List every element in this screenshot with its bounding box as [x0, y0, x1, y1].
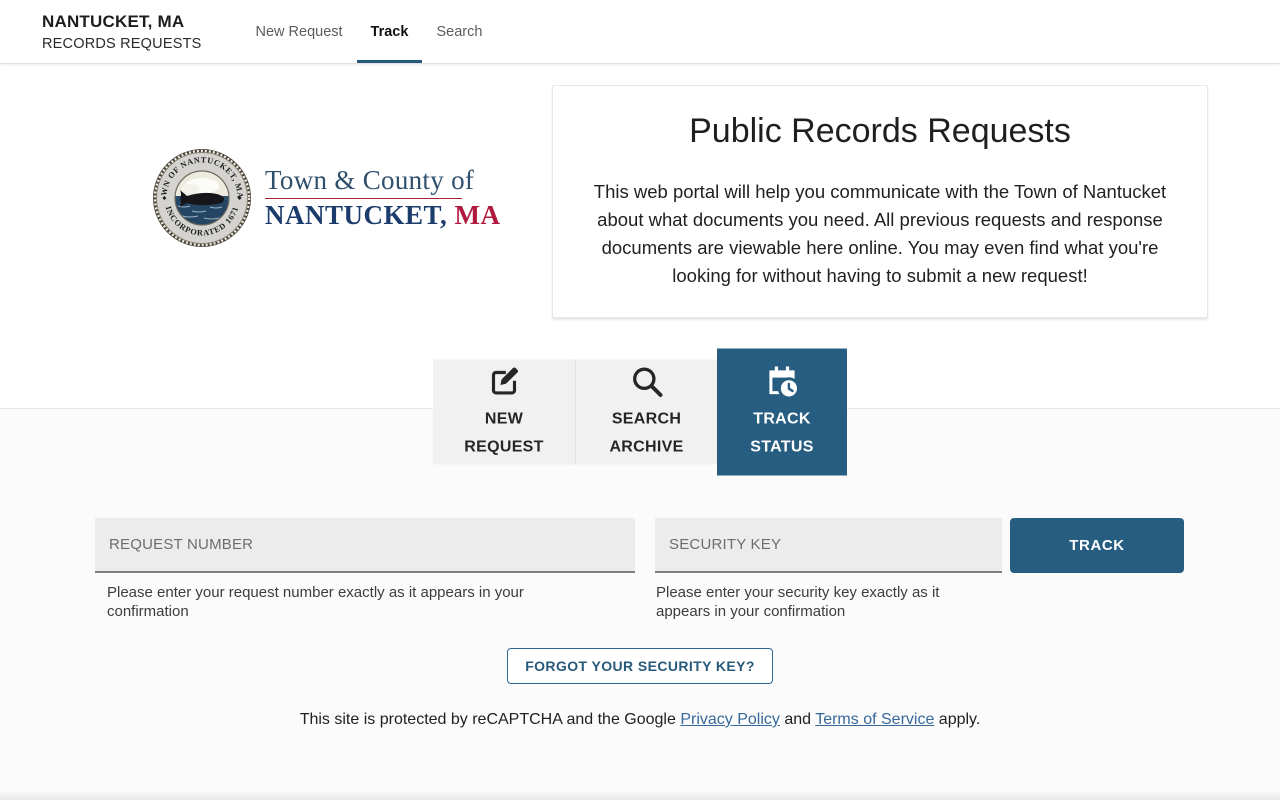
wordmark-line1: Town & County of: [265, 164, 475, 195]
request-number-input[interactable]: [95, 518, 635, 573]
brand-title: NANTUCKET, MA: [42, 11, 185, 31]
intro-card: Public Records Requests This web portal …: [552, 85, 1208, 318]
intro-text: This web portal will help you communicat…: [593, 181, 1167, 286]
bottom-band: [0, 790, 1280, 800]
search-archive-tile[interactable]: SEARCH ARCHIVE: [575, 359, 717, 465]
calendar-clock-icon: [769, 366, 800, 399]
wordmark-town: NANTUCKET,: [265, 200, 448, 231]
brand-subtitle: RECORDS REQUESTS: [42, 35, 202, 52]
track-button[interactable]: TRACK: [1010, 518, 1184, 573]
new-request-label: NEW REQUEST: [464, 410, 544, 455]
track-status-tile[interactable]: TRACK STATUS: [717, 348, 847, 476]
security-key-helper: Please enter your security key exactly a…: [656, 584, 940, 620]
page: NANTUCKET, MA RECORDS REQUESTS New Reque…: [0, 0, 1280, 800]
wordmark-line2: NANTUCKET, MA: [265, 200, 501, 231]
nav-new-request[interactable]: New Request: [242, 0, 357, 63]
recaptcha-notice: This site is protected by reCAPTCHA and …: [0, 711, 1280, 729]
search-archive-label: SEARCH ARCHIVE: [609, 410, 684, 455]
wordmark-state: MA: [454, 200, 501, 231]
terms-of-service-link[interactable]: Terms of Service: [815, 711, 934, 728]
town-wordmark: Town & County of NANTUCKET, MA: [265, 165, 501, 232]
recaptcha-text-after: apply.: [934, 711, 981, 728]
forgot-security-key-button[interactable]: FORGOT YOUR SECURITY KEY?: [507, 648, 773, 684]
recaptcha-text-middle: and: [779, 711, 816, 728]
edit-square-icon: [491, 367, 518, 394]
app-header: NANTUCKET, MA RECORDS REQUESTS New Reque…: [0, 0, 1280, 64]
recaptcha-text-before: This site is protected by reCAPTCHA and …: [299, 711, 681, 728]
request-number-helper: Please enter your request number exactly…: [107, 584, 524, 620]
main-nav: New Request Track Search: [242, 0, 497, 63]
track-status-label: TRACK STATUS: [750, 410, 814, 455]
wordmark-divider: [265, 197, 462, 200]
track-form: TRACK: [95, 518, 1184, 573]
town-logo: TOWN OF NANTUCKET, MASS INCORPORATED 167…: [152, 148, 501, 248]
page-title: Public Records Requests: [689, 112, 1071, 150]
brand: NANTUCKET, MA RECORDS REQUESTS: [0, 0, 202, 63]
nav-track[interactable]: Track: [356, 0, 423, 63]
security-key-input[interactable]: [655, 518, 1002, 573]
town-seal-icon: TOWN OF NANTUCKET, MASS INCORPORATED 167…: [152, 148, 251, 247]
nav-search[interactable]: Search: [422, 0, 496, 63]
new-request-tile[interactable]: NEW REQUEST: [433, 359, 575, 465]
search-icon: [632, 367, 662, 397]
action-tiles: NEW REQUEST SEARCH ARCHIVE TRACK STATUS: [433, 348, 847, 476]
privacy-policy-link[interactable]: Privacy Policy: [680, 711, 780, 728]
forgot-row: FORGOT YOUR SECURITY KEY?: [0, 648, 1280, 684]
